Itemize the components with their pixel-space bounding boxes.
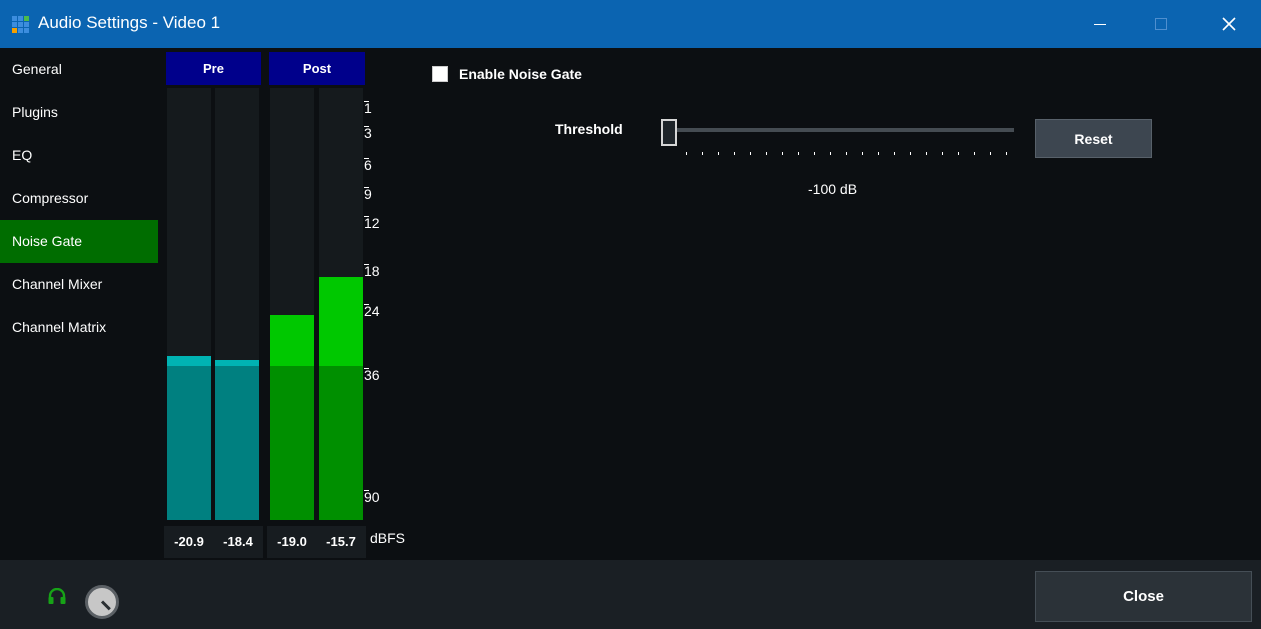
threshold-slider-thumb[interactable] (661, 119, 677, 146)
slider-tick-mark (702, 152, 703, 155)
maximize-icon (1155, 18, 1167, 30)
enable-noise-gate-checkbox[interactable] (432, 66, 448, 82)
meter-peak (215, 360, 259, 366)
minimize-icon (1094, 24, 1106, 25)
pre-meter-left (167, 88, 211, 520)
app-grid-icon (12, 16, 30, 34)
meter-fill (270, 366, 314, 520)
headphones-icon[interactable] (48, 588, 66, 604)
meter-fill (319, 366, 363, 520)
meter-peak (167, 356, 211, 366)
slider-tick-mark (862, 152, 863, 155)
slider-tick-mark (798, 152, 799, 155)
slider-tick-mark (926, 152, 927, 155)
knob-indicator (100, 600, 111, 611)
scale-tick: 3 (364, 125, 372, 141)
post-right-db-value: -15.7 (316, 526, 366, 558)
post-meter-header: Post (269, 52, 365, 85)
slider-tick-mark (734, 152, 735, 155)
title-bar: Audio Settings - Video 1 (0, 0, 1261, 48)
post-meter-left (270, 88, 314, 520)
threshold-label: Threshold (555, 121, 623, 137)
slider-tick-mark (766, 152, 767, 155)
slider-tick-mark (846, 152, 847, 155)
slider-tick-mark (958, 152, 959, 155)
slider-tick-mark (894, 152, 895, 155)
threshold-slider-track[interactable] (670, 128, 1014, 132)
level-meter-panel: Pre Post -20.9 -18.4 -19.0 -15.7 (158, 48, 420, 560)
scale-tick: 24 (364, 303, 380, 319)
slider-tick-mark (910, 152, 911, 155)
slider-tick-mark (830, 152, 831, 155)
scale-tick: 18 (364, 263, 380, 279)
sidebar-item-general[interactable]: General (0, 48, 158, 91)
sidebar-item-noise-gate[interactable]: Noise Gate (0, 220, 158, 263)
slider-tick-mark (686, 152, 687, 155)
slider-tick-mark (878, 152, 879, 155)
scale-tick: 9 (364, 186, 372, 202)
close-icon (1222, 17, 1236, 31)
pre-meter-header: Pre (166, 52, 261, 85)
meter-fill (167, 366, 211, 520)
slider-tick-mark (718, 152, 719, 155)
pre-meter-right (215, 88, 259, 520)
minimize-button[interactable] (1077, 0, 1123, 48)
slider-tick-mark (942, 152, 943, 155)
scale-tick: 6 (364, 157, 372, 173)
sidebar-item-compressor[interactable]: Compressor (0, 177, 158, 220)
sidebar-item-plugins[interactable]: Plugins (0, 91, 158, 134)
threshold-value: -100 dB (808, 181, 858, 197)
window-title: Audio Settings - Video 1 (38, 13, 221, 32)
meter-peak (270, 315, 314, 366)
post-meter-right (319, 88, 363, 520)
close-window-button[interactable] (1206, 0, 1252, 48)
post-left-db-value: -19.0 (267, 526, 317, 558)
meter-peak (319, 277, 363, 366)
pre-left-db-value: -20.9 (164, 526, 214, 558)
slider-tick-mark (750, 152, 751, 155)
scale-tick: 12 (364, 215, 380, 231)
enable-noise-gate-label[interactable]: Enable Noise Gate (459, 66, 582, 82)
scale-tick: 90 (364, 489, 380, 505)
reset-button[interactable]: Reset (1035, 119, 1152, 158)
sidebar-item-channel-mixer[interactable]: Channel Mixer (0, 263, 158, 306)
slider-tick-mark (782, 152, 783, 155)
db-unit-label: dBFS (370, 530, 406, 546)
meter-fill (215, 366, 259, 520)
scale-tick: 36 (364, 367, 380, 383)
sidebar-item-channel-matrix[interactable]: Channel Matrix (0, 306, 158, 349)
close-button[interactable]: Close (1035, 571, 1252, 622)
volume-knob-icon[interactable] (85, 585, 119, 619)
slider-tick-mark (974, 152, 975, 155)
slider-tick-mark (1006, 152, 1007, 155)
slider-tick-mark (990, 152, 991, 155)
scale-tick: 1 (364, 100, 372, 116)
settings-sidebar: General Plugins EQ Compressor Noise Gate… (0, 48, 158, 560)
sidebar-item-eq[interactable]: EQ (0, 134, 158, 177)
slider-tick-mark (814, 152, 815, 155)
pre-right-db-value: -18.4 (213, 526, 263, 558)
maximize-button[interactable] (1138, 0, 1184, 48)
